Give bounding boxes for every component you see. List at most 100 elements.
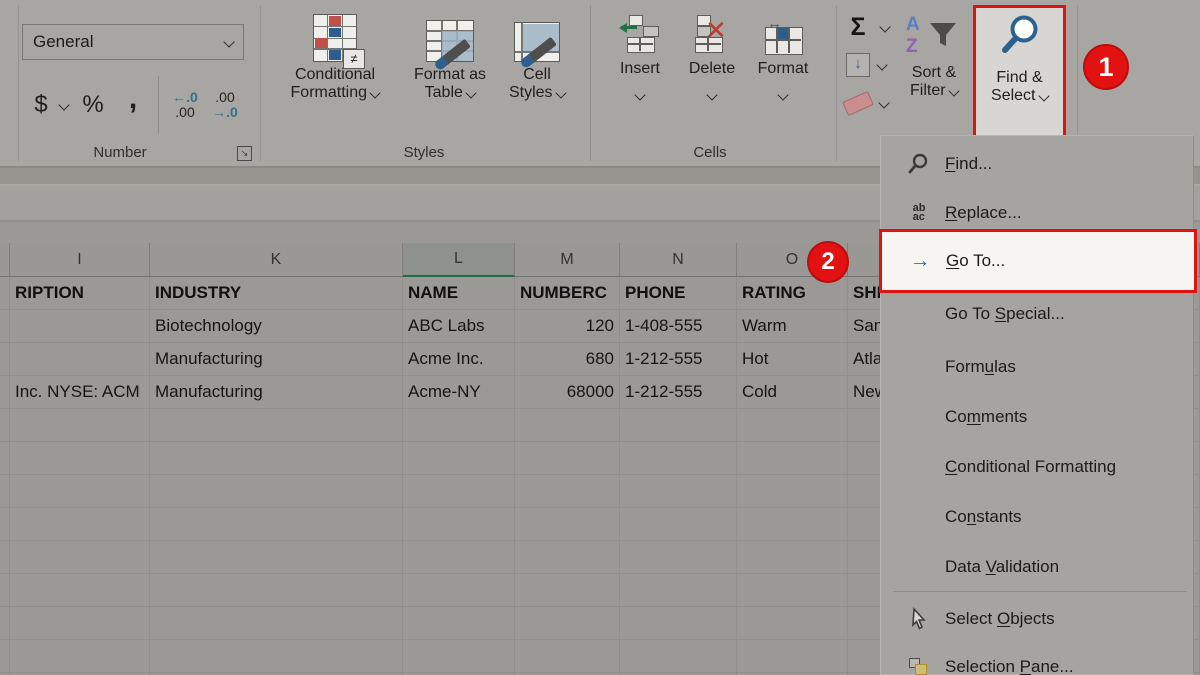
cell[interactable]: Manufacturing	[150, 376, 403, 409]
menu-item-go-to[interactable]: →Go To...	[879, 229, 1197, 293]
column-letter-N[interactable]: N	[620, 243, 737, 277]
cell[interactable]	[620, 640, 737, 673]
column-header-cell[interactable]: NAME	[403, 277, 515, 310]
format-button[interactable]: ↔ Format	[750, 10, 816, 104]
cell[interactable]	[10, 409, 150, 442]
cell[interactable]	[515, 442, 620, 475]
cell[interactable]	[0, 508, 10, 541]
cell[interactable]	[403, 442, 515, 475]
cell[interactable]: 680	[515, 343, 620, 376]
menu-item-go-to-special[interactable]: Go To Special...	[881, 297, 1193, 331]
cell[interactable]	[403, 640, 515, 673]
cell[interactable]	[403, 574, 515, 607]
conditional-formatting-button[interactable]: ≠ Conditional Formatting	[290, 6, 380, 134]
increase-decimal-button[interactable]: ←.0 .00	[165, 90, 205, 120]
percent-format-button[interactable]: %	[72, 91, 114, 119]
cell[interactable]	[10, 442, 150, 475]
cell[interactable]	[0, 541, 10, 574]
cell[interactable]: Hot	[737, 343, 848, 376]
cell[interactable]	[150, 607, 403, 640]
currency-chevron-icon[interactable]	[56, 101, 72, 109]
cell[interactable]: Acme-NY	[403, 376, 515, 409]
cell[interactable]: ABC Labs	[403, 310, 515, 343]
cell[interactable]: Manufacturing	[150, 343, 403, 376]
cell[interactable]	[150, 640, 403, 673]
cell[interactable]	[515, 475, 620, 508]
decrease-decimal-button[interactable]: .00 →.0	[205, 90, 245, 120]
cell[interactable]	[620, 508, 737, 541]
menu-item-select-objects[interactable]: Select Objects	[881, 602, 1193, 636]
menu-item-data-validation[interactable]: Data Validation	[881, 550, 1193, 584]
cell[interactable]	[150, 508, 403, 541]
cell[interactable]	[403, 508, 515, 541]
cell[interactable]	[403, 607, 515, 640]
cell[interactable]	[515, 640, 620, 673]
menu-item-comments[interactable]: Comments	[881, 400, 1193, 434]
cell[interactable]: Cold	[737, 376, 848, 409]
cell[interactable]	[0, 574, 10, 607]
cell[interactable]	[10, 607, 150, 640]
cell[interactable]	[620, 409, 737, 442]
cell[interactable]	[10, 640, 150, 673]
column-header-cell[interactable]: PHONE	[620, 277, 737, 310]
sort-filter-button[interactable]: AZ Sort & Filter	[898, 8, 970, 100]
menu-item-formulas[interactable]: Formulas	[881, 350, 1193, 384]
menu-item-constants[interactable]: Constants	[881, 500, 1193, 534]
cell[interactable]	[403, 409, 515, 442]
cell[interactable]: 68000	[515, 376, 620, 409]
cell[interactable]	[737, 475, 848, 508]
cell[interactable]	[10, 475, 150, 508]
fill-button[interactable]: ↓	[843, 46, 891, 84]
clear-button[interactable]	[843, 84, 891, 122]
comma-format-button[interactable]: ,	[114, 82, 152, 116]
cell[interactable]	[620, 442, 737, 475]
cell[interactable]	[737, 574, 848, 607]
autosum-button[interactable]: Σ	[843, 8, 891, 46]
column-letter-M[interactable]: M	[515, 243, 620, 277]
menu-item-replace[interactable]: abacReplace...	[881, 196, 1193, 230]
cell-styles-button[interactable]: Cell Styles	[492, 6, 582, 134]
column-letter-I[interactable]: I	[10, 243, 150, 277]
cell[interactable]	[737, 607, 848, 640]
column-header-cell[interactable]: NUMBERC	[515, 277, 620, 310]
cell[interactable]	[403, 541, 515, 574]
column-header-cell[interactable]	[0, 277, 10, 310]
column-header-cell[interactable]: RIPTION	[10, 277, 150, 310]
cell[interactable]	[515, 607, 620, 640]
find-select-button[interactable]: Find & Select	[973, 5, 1066, 138]
cell[interactable]	[150, 574, 403, 607]
cell[interactable]	[10, 574, 150, 607]
cell[interactable]	[515, 409, 620, 442]
cell[interactable]	[620, 607, 737, 640]
cell[interactable]	[515, 541, 620, 574]
cell[interactable]: Warm	[737, 310, 848, 343]
cell[interactable]	[620, 574, 737, 607]
cell[interactable]	[0, 607, 10, 640]
column-letter-L[interactable]: L	[403, 243, 515, 277]
cell[interactable]	[0, 310, 10, 343]
cell[interactable]	[10, 310, 150, 343]
cell[interactable]	[737, 508, 848, 541]
format-as-table-button[interactable]: Format as Table	[405, 6, 495, 134]
insert-button[interactable]: Insert	[607, 10, 673, 104]
cell[interactable]: 1-212-555	[620, 343, 737, 376]
cell[interactable]	[150, 541, 403, 574]
cell[interactable]	[620, 541, 737, 574]
column-letter-stub[interactable]	[0, 243, 10, 277]
number-dialog-launcher-icon[interactable]: ↘	[237, 146, 252, 161]
cell[interactable]	[737, 409, 848, 442]
cell[interactable]	[737, 442, 848, 475]
cell[interactable]	[150, 409, 403, 442]
cell[interactable]: 1-212-555	[620, 376, 737, 409]
cell[interactable]	[10, 508, 150, 541]
cell[interactable]: 1-408-555	[620, 310, 737, 343]
cell[interactable]	[515, 574, 620, 607]
menu-item-find[interactable]: Find...	[881, 147, 1193, 181]
delete-button[interactable]: ✕ Delete	[679, 10, 745, 104]
cell[interactable]: Acme Inc.	[403, 343, 515, 376]
cell[interactable]	[10, 343, 150, 376]
cell[interactable]: Biotechnology	[150, 310, 403, 343]
currency-format-button[interactable]: $	[26, 91, 56, 119]
column-header-cell[interactable]: INDUSTRY	[150, 277, 403, 310]
cell[interactable]	[0, 442, 10, 475]
